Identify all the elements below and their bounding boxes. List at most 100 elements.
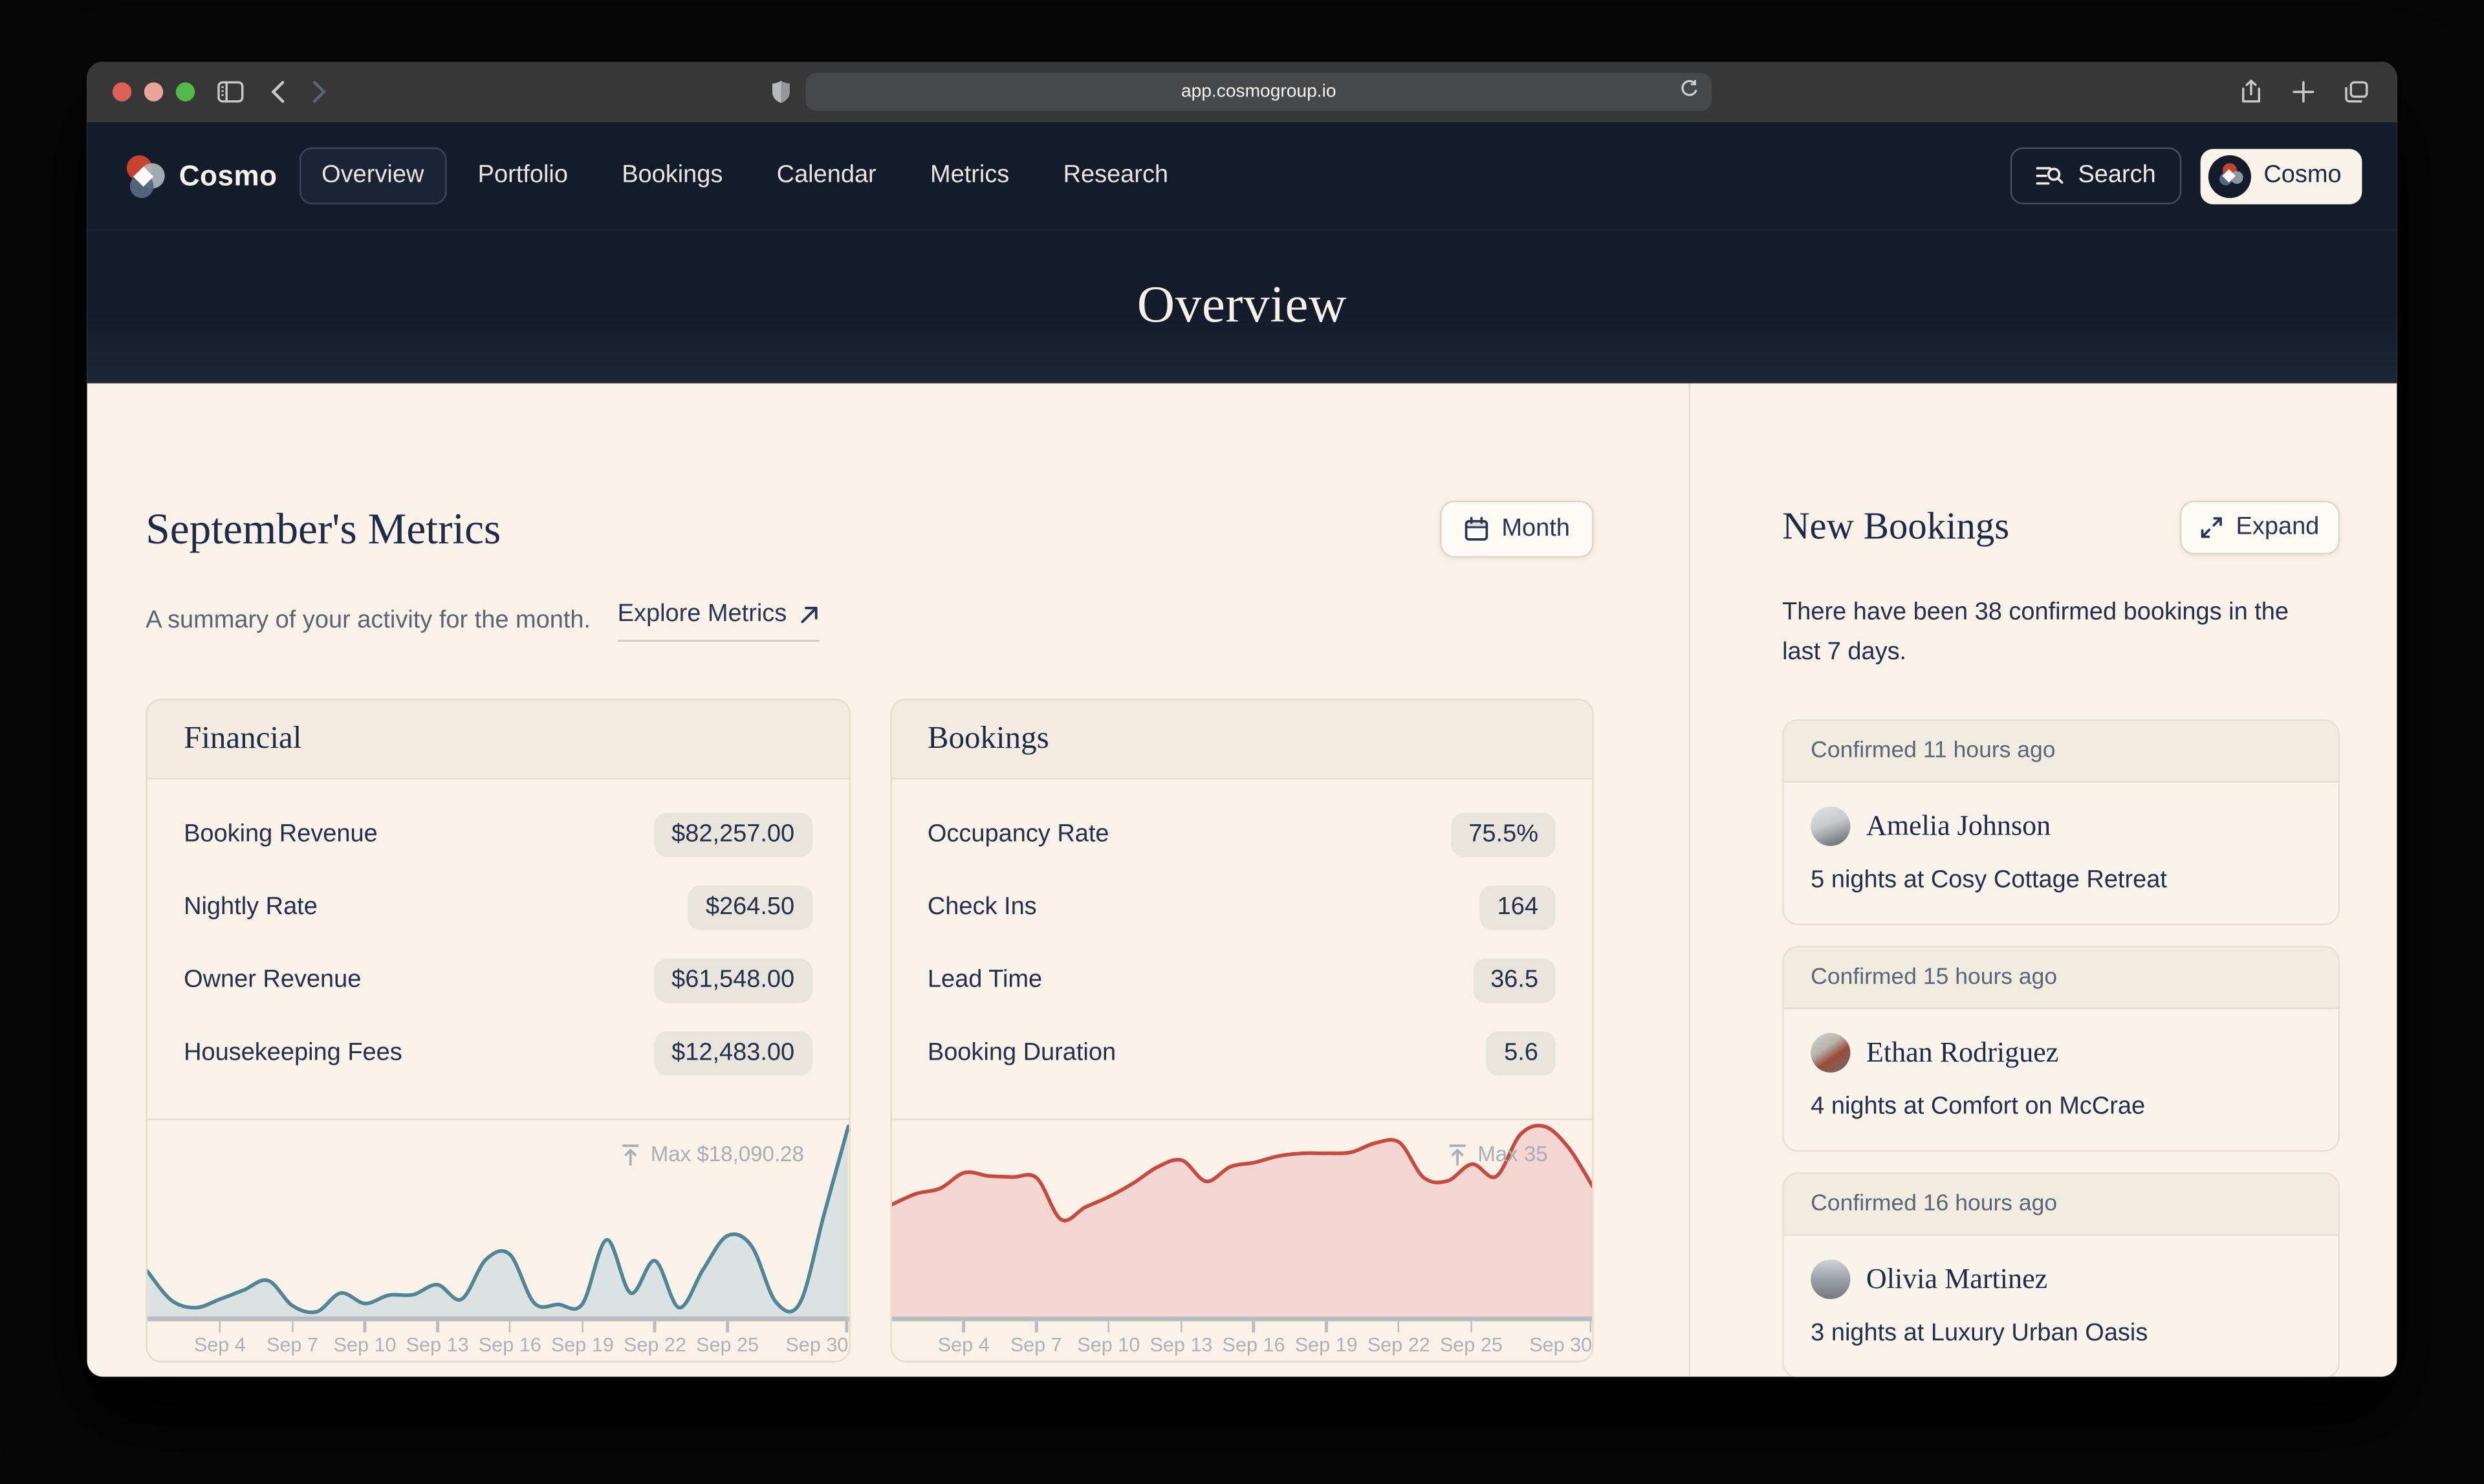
- x-axis-tick: [508, 1321, 511, 1332]
- address-bar[interactable]: app.cosmogroup.io: [805, 73, 1712, 111]
- guest-name: Ethan Rodriguez: [1866, 1036, 2058, 1069]
- nav-item[interactable]: Metrics: [908, 147, 1032, 204]
- x-axis-label: Sep 10: [1077, 1334, 1140, 1356]
- metric-row: Occupancy Rate 75.5%: [928, 798, 1556, 871]
- expand-label: Expand: [2236, 513, 2320, 541]
- metric-label: Occupancy Rate: [928, 821, 1109, 849]
- x-axis-label: Sep 16: [479, 1334, 541, 1356]
- metric-row: Lead Time 36.5: [928, 944, 1556, 1018]
- x-axis: Sep 4Sep 7Sep 10Sep 13Sep 16Sep 19Sep 22…: [147, 1321, 849, 1362]
- financial-chart: Max $18,090.28 Sep 4Sep 7Sep 10Sep 13Sep…: [147, 1118, 849, 1361]
- booking-card[interactable]: Confirmed 11 hours ago Amelia Johnson 5 …: [1782, 719, 2340, 925]
- financial-rows: Booking Revenue $82,257.00 Nightly Rate …: [147, 780, 849, 1103]
- booking-card[interactable]: Confirmed 15 hours ago Ethan Rodriguez 4…: [1782, 946, 2340, 1152]
- booking-list: Confirmed 11 hours ago Amelia Johnson 5 …: [1782, 719, 2340, 1377]
- zoom-window-button[interactable]: [176, 82, 195, 101]
- x-axis: Sep 4Sep 7Sep 10Sep 13Sep 16Sep 19Sep 22…: [891, 1321, 1593, 1362]
- browser-chrome: app.cosmogroup.io: [87, 62, 2397, 122]
- traffic-lights: [113, 82, 195, 101]
- minimize-window-button[interactable]: [144, 82, 163, 101]
- x-axis-tick: [654, 1321, 657, 1332]
- booking-detail: 4 nights at Comfort on McCrae: [1811, 1093, 2311, 1122]
- back-button[interactable]: [271, 81, 285, 103]
- x-axis-tick: [1589, 1321, 1591, 1332]
- tab-overview-icon[interactable]: [2344, 81, 2368, 103]
- metric-label: Owner Revenue: [184, 966, 361, 995]
- arrow-up-right-icon: [800, 606, 818, 624]
- x-axis-line: [147, 1316, 849, 1321]
- period-select-button[interactable]: Month: [1440, 501, 1594, 558]
- metric-value: 164: [1480, 886, 1556, 930]
- expand-button[interactable]: Expand: [2181, 501, 2340, 554]
- metric-row: Housekeeping Fees $12,483.00: [184, 1017, 812, 1090]
- x-axis-label: Sep 30: [785, 1334, 848, 1356]
- metric-value: $82,257.00: [654, 813, 812, 857]
- x-axis-tick: [364, 1321, 366, 1332]
- x-axis-tick: [963, 1321, 965, 1332]
- x-axis-label: Sep 7: [1010, 1334, 1062, 1356]
- reload-icon[interactable]: [1680, 79, 1699, 103]
- x-axis-tick: [1325, 1321, 1327, 1332]
- page-hero: Overview: [87, 230, 2397, 384]
- x-axis-label: Sep 13: [406, 1334, 469, 1356]
- bookings-card-title: Bookings: [928, 721, 1049, 756]
- close-window-button[interactable]: [113, 82, 131, 101]
- x-axis-tick: [1470, 1321, 1473, 1332]
- search-list-icon: [2035, 164, 2064, 188]
- x-axis-line: [891, 1316, 1593, 1321]
- shield-icon: [772, 81, 790, 103]
- metrics-heading: September's Metrics: [146, 504, 501, 554]
- page-title: Overview: [1137, 278, 1347, 336]
- account-avatar-icon: [2208, 155, 2251, 197]
- x-axis-label: Sep 25: [1440, 1334, 1503, 1356]
- nav-item[interactable]: Bookings: [600, 147, 745, 204]
- new-bookings-panel: New Bookings Expand There have been 38 c…: [1689, 384, 2397, 1377]
- booking-detail: 3 nights at Luxury Urban Oasis: [1811, 1320, 2311, 1349]
- avatar: [1811, 1260, 1850, 1299]
- financial-card-title: Financial: [184, 721, 301, 756]
- calendar-icon: [1464, 516, 1489, 541]
- arrow-to-top-icon: [620, 1143, 639, 1165]
- explore-metrics-label: Explore Metrics: [618, 600, 787, 629]
- financial-card-header: Financial: [147, 700, 849, 779]
- metric-row: Owner Revenue $61,548.00: [184, 944, 812, 1018]
- nav-item[interactable]: Research: [1041, 147, 1190, 204]
- guest-name: Olivia Martinez: [1866, 1263, 2047, 1296]
- booking-card[interactable]: Confirmed 16 hours ago Olivia Martinez 3…: [1782, 1173, 2340, 1377]
- guest-name: Amelia Johnson: [1866, 810, 2051, 843]
- account-button[interactable]: Cosmo: [2200, 148, 2362, 204]
- nav-item[interactable]: Portfolio: [455, 147, 590, 204]
- metric-value: $264.50: [688, 886, 812, 930]
- metric-label: Booking Duration: [928, 1040, 1116, 1068]
- x-axis-label: Sep 10: [334, 1334, 397, 1356]
- new-tab-icon[interactable]: [2293, 81, 2315, 103]
- explore-metrics-link[interactable]: Explore Metrics: [618, 600, 819, 642]
- x-axis-tick: [436, 1321, 439, 1332]
- nav-item[interactable]: Overview: [300, 147, 446, 204]
- booking-confirmed-time: Confirmed 15 hours ago: [1784, 948, 2338, 1010]
- x-axis-tick: [1252, 1321, 1255, 1332]
- share-icon[interactable]: [2240, 79, 2262, 104]
- brand[interactable]: Cosmo: [122, 155, 278, 197]
- x-axis-label: Sep 19: [1295, 1334, 1358, 1356]
- x-axis-label: Sep 19: [551, 1334, 614, 1356]
- brand-name: Cosmo: [179, 159, 278, 192]
- x-axis-tick: [1107, 1321, 1110, 1332]
- search-button[interactable]: Search: [2010, 147, 2181, 204]
- expand-icon: [2201, 516, 2223, 538]
- metric-value: 75.5%: [1451, 813, 1556, 857]
- x-axis-tick: [219, 1321, 221, 1332]
- metrics-section: September's Metrics Month: [87, 384, 1689, 1377]
- nav-item[interactable]: Calendar: [754, 147, 899, 204]
- forward-button[interactable]: [312, 81, 326, 103]
- financial-max-annotation: Max $18,090.28: [620, 1142, 804, 1166]
- metric-label: Check Ins: [928, 893, 1037, 922]
- x-axis-label: Sep 30: [1529, 1334, 1592, 1356]
- booking-detail: 5 nights at Cosy Cottage Retreat: [1811, 867, 2311, 895]
- bookings-max-annotation: Max 35: [1448, 1142, 1548, 1166]
- metric-row: Booking Revenue $82,257.00: [184, 798, 812, 871]
- x-axis-tick: [1397, 1321, 1400, 1332]
- x-axis-label: Sep 13: [1149, 1334, 1212, 1356]
- sidebar-toggle-icon[interactable]: [217, 81, 245, 103]
- metric-label: Nightly Rate: [184, 893, 318, 922]
